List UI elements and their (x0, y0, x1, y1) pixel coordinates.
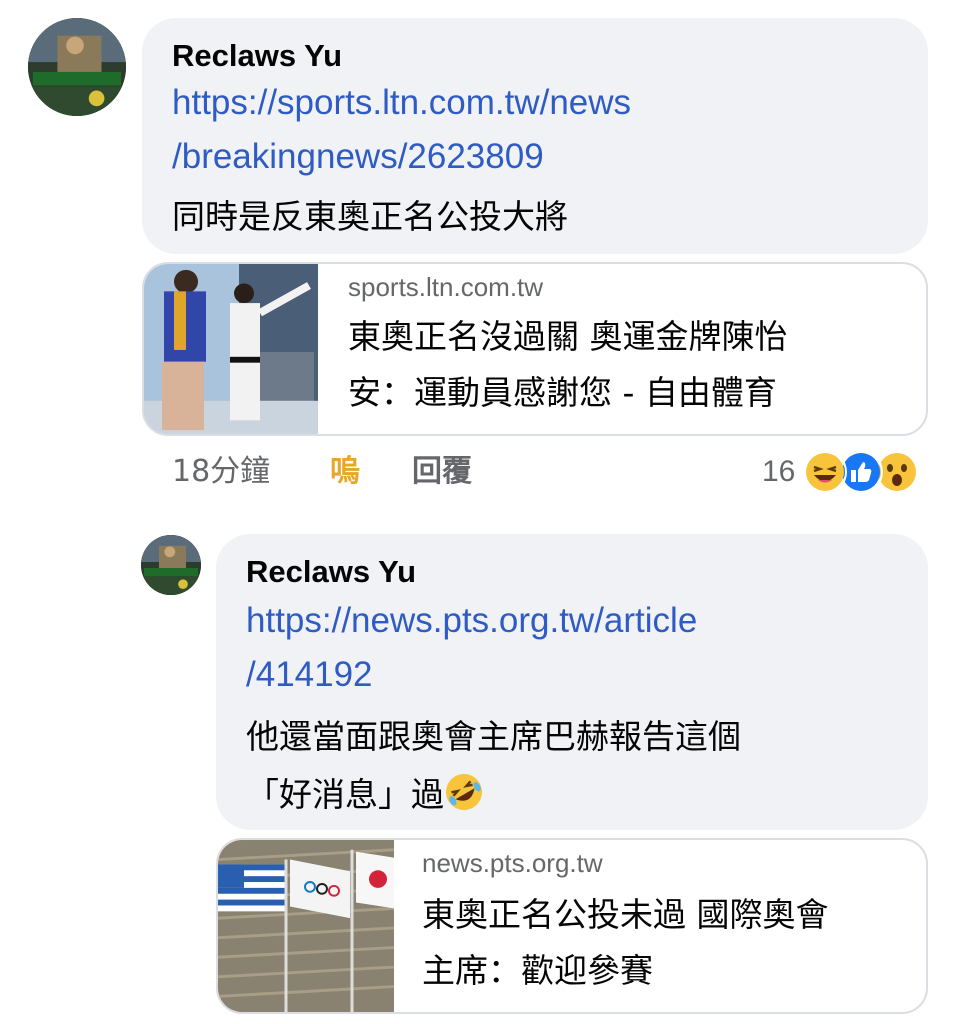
avatar[interactable] (141, 535, 201, 595)
rolling-laughing-emoji (444, 772, 484, 812)
reply-text-continued: 「好消息」過 (246, 768, 484, 822)
link-preview-card[interactable]: sports.ltn.com.tw 東奧正名沒過關 奧運金牌陳怡 安：運動員感謝… (142, 262, 928, 436)
reply-link-continued[interactable]: /414192 (246, 648, 373, 702)
link-preview-domain: news.pts.org.tw (422, 848, 603, 878)
link-preview-thumbnail (218, 840, 394, 1012)
link-preview-title-continued[interactable]: 安：運動員感謝您 - 自由體育 (348, 366, 777, 420)
reaction-summary[interactable]: 16 (762, 450, 920, 494)
link-preview-card[interactable]: news.pts.org.tw 東奧正名公投未過 國際奧會 主席：歡迎參賽 (216, 838, 928, 1014)
comment-text: 同時是反東奧正名公投大將 (172, 197, 568, 236)
reaction-count: 16 (762, 455, 796, 488)
avatar[interactable] (28, 18, 126, 116)
haha-icon (803, 450, 848, 494)
link-preview-domain: sports.ltn.com.tw (348, 272, 544, 302)
reply-text-continued-label: 「好消息」過 (246, 775, 444, 814)
reply-bubble: Reclaws Yu https://news.pts.org.tw/artic… (216, 534, 928, 830)
link-preview-thumbnail (144, 264, 318, 434)
link-preview-title[interactable]: 東奧正名沒過關 奧運金牌陳怡 (348, 310, 788, 364)
link-preview-title-continued[interactable]: 主席：歡迎參賽 (422, 944, 653, 998)
comment-timestamp[interactable]: 18分鐘 (172, 452, 270, 492)
link-preview-title[interactable]: 東奧正名公投未過 國際奧會 (422, 888, 829, 942)
comment-bubble: Reclaws Yu https://sports.ltn.com.tw/new… (142, 18, 928, 254)
reply-button[interactable]: 回覆 (412, 452, 472, 492)
reply-link[interactable]: https://news.pts.org.tw/article (246, 594, 697, 648)
comment-author[interactable]: Reclaws Yu (172, 38, 342, 74)
comment-link[interactable]: https://sports.ltn.com.tw/news (172, 76, 631, 130)
reply-author[interactable]: Reclaws Yu (246, 554, 416, 590)
comment-link-continued[interactable]: /breakingnews/2623809 (172, 130, 544, 184)
reply-text: 他還當面跟奧會主席巴赫報告這個 (246, 717, 741, 756)
like-button[interactable]: 嗚 (330, 452, 360, 492)
